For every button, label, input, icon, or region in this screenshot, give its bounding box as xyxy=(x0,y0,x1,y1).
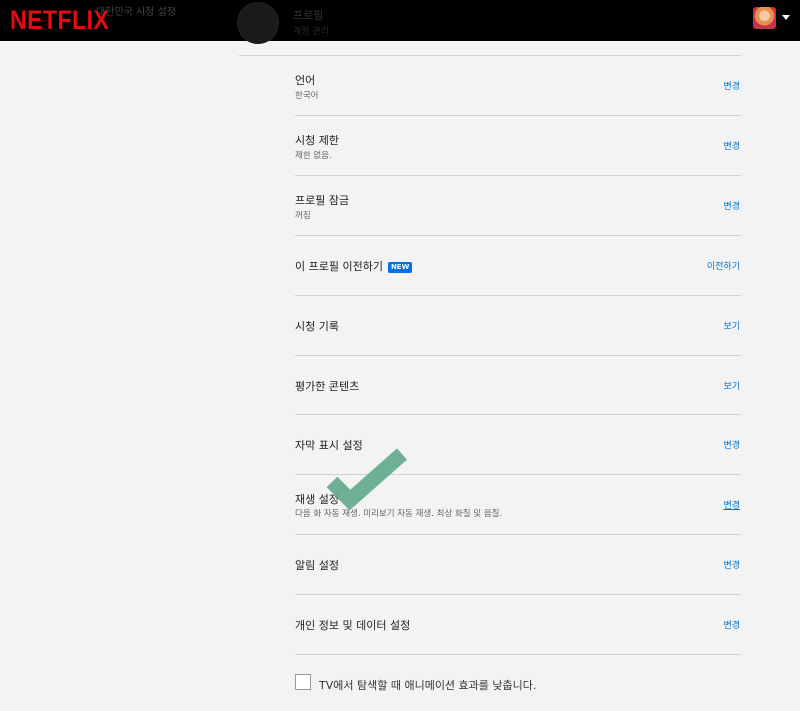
divider xyxy=(295,414,741,415)
setting-value-profile-lock: 꺼짐 xyxy=(295,211,311,221)
change-notifications-link[interactable]: 변경 xyxy=(723,558,740,571)
divider xyxy=(295,594,741,595)
setting-title-viewing-restrictions: 시청 제한 xyxy=(295,134,339,147)
setting-title-privacy: 개인 정보 및 데이터 설정 xyxy=(295,619,411,632)
divider xyxy=(295,654,741,655)
divider xyxy=(295,295,741,296)
setting-title-notifications: 알림 설정 xyxy=(295,559,339,572)
divider xyxy=(239,55,741,56)
profile-subtitle: 계정 관리 xyxy=(293,27,329,37)
profile-avatar xyxy=(237,2,279,44)
divider xyxy=(295,534,741,535)
divider xyxy=(295,235,741,236)
view-ratings-link[interactable]: 보기 xyxy=(723,379,740,392)
divider xyxy=(295,115,741,116)
change-language-link[interactable]: 변경 xyxy=(723,79,740,92)
divider xyxy=(295,355,741,356)
setting-value-viewing-restrictions: 제한 없음. xyxy=(295,151,332,161)
setting-title-ratings: 평가한 콘텐츠 xyxy=(295,380,360,393)
change-subtitle-appearance-link[interactable]: 변경 xyxy=(723,438,740,451)
divider xyxy=(295,175,741,176)
reduce-animation-label[interactable]: TV에서 탐색할 때 애니메이션 효과를 낮춥니다. xyxy=(319,677,536,693)
transfer-profile-link[interactable]: 이전하기 xyxy=(707,259,740,272)
chevron-down-icon[interactable] xyxy=(782,15,790,20)
header-faded-label: 대한민국 시청 설정 xyxy=(96,7,176,18)
change-profile-lock-link[interactable]: 변경 xyxy=(723,199,740,212)
setting-title-transfer-profile-text: 이 프로필 이전하기 xyxy=(295,260,383,273)
top-navigation-bar: NETFLIX 대한민국 시청 설정 프로필 계정 관리 xyxy=(0,0,800,44)
setting-value-language: 한국어 xyxy=(295,91,319,101)
view-viewing-activity-link[interactable]: 보기 xyxy=(723,319,740,332)
setting-title-transfer-profile: 이 프로필 이전하기 NEW xyxy=(295,258,413,274)
account-profile-icon[interactable] xyxy=(753,7,776,29)
setting-title-viewing-activity: 시청 기록 xyxy=(295,320,339,333)
change-viewing-restrictions-link[interactable]: 변경 xyxy=(723,139,740,152)
checkmark-icon xyxy=(326,448,407,511)
reduce-animation-checkbox[interactable] xyxy=(295,674,311,690)
setting-title-language: 언어 xyxy=(295,74,316,87)
netflix-logo[interactable]: NETFLIX xyxy=(10,5,109,36)
change-privacy-link[interactable]: 변경 xyxy=(723,618,740,631)
change-playback-link[interactable]: 변경 xyxy=(723,498,740,511)
profile-name: 프로필 xyxy=(293,9,324,22)
setting-title-profile-lock: 프로필 잠금 xyxy=(295,194,350,207)
new-badge: NEW xyxy=(387,262,413,273)
